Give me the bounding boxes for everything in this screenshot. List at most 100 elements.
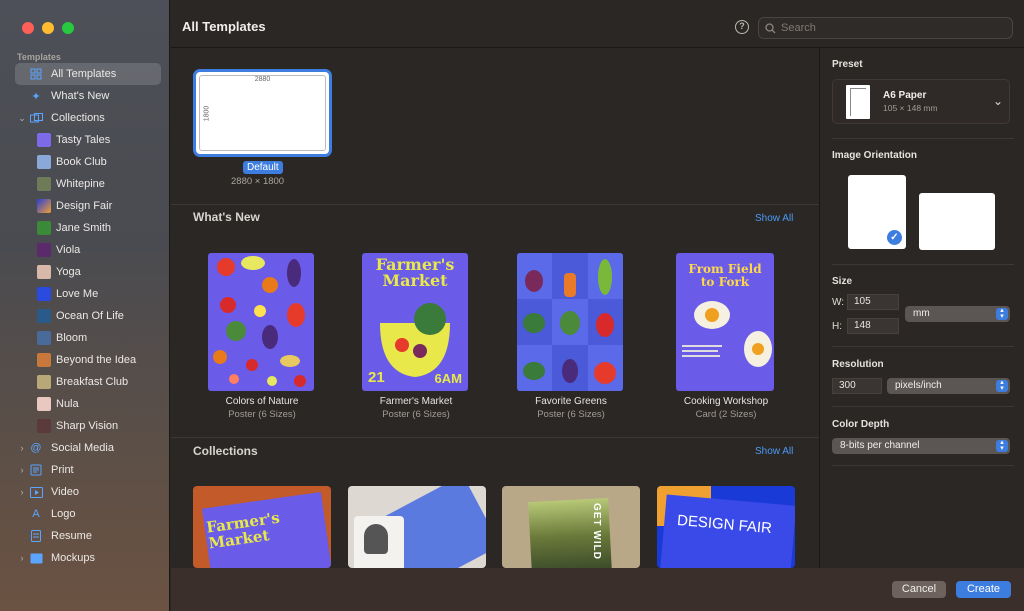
portrait-orientation-option[interactable]: ✓ xyxy=(848,175,906,249)
sidebar-item-sharp-vision[interactable]: Sharp Vision xyxy=(15,415,161,437)
height-dimension-label: 1800 xyxy=(203,105,211,122)
sidebar-item-print[interactable]: › Print xyxy=(15,459,161,481)
mockups-icon xyxy=(29,551,43,565)
divider xyxy=(171,204,819,205)
sidebar-item-social-media[interactable]: › @ Social Media xyxy=(15,437,161,459)
collection-thumb xyxy=(37,243,51,257)
sidebar-header: Templates xyxy=(17,52,61,62)
resolution-input[interactable]: 300 xyxy=(832,378,882,394)
height-input[interactable]: 148 xyxy=(847,318,899,334)
collection-card-design-fair[interactable]: DESIGN FAIR xyxy=(657,486,795,568)
sidebar-item-all-templates[interactable]: All Templates xyxy=(15,63,161,85)
sidebar-item-label: Tasty Tales xyxy=(56,134,111,146)
sidebar-item-whats-new[interactable]: ✦ What's New xyxy=(15,85,161,107)
template-card-colors-of-nature[interactable]: Colors of Nature Poster (6 Sizes) xyxy=(208,253,316,420)
whats-new-title: What's New xyxy=(193,210,260,224)
chevron-right-icon[interactable]: › xyxy=(17,487,27,497)
at-icon: @ xyxy=(30,442,42,454)
sidebar-item-jane-smith[interactable]: Jane Smith xyxy=(15,217,161,239)
sidebar-item-breakfast-club[interactable]: Breakfast Club xyxy=(15,371,161,393)
template-thumbnail xyxy=(208,253,314,391)
collections-icon xyxy=(29,111,43,125)
sidebar-item-viola[interactable]: Viola xyxy=(15,239,161,261)
width-input[interactable]: 105 xyxy=(847,294,899,310)
chevron-down-icon[interactable]: ⌄ xyxy=(17,113,27,124)
close-button[interactable] xyxy=(22,22,34,34)
template-subtitle: Poster (6 Sizes) xyxy=(537,409,605,420)
chevron-right-icon[interactable]: › xyxy=(17,465,27,475)
sidebar-item-nula[interactable]: Nula xyxy=(15,393,161,415)
minimize-button[interactable] xyxy=(42,22,54,34)
poster-time: 6AM xyxy=(434,371,462,386)
divider xyxy=(832,346,1014,347)
collection-card-farmers-market[interactable]: Farmer's Market xyxy=(193,486,331,568)
cancel-button[interactable]: Cancel xyxy=(892,581,946,598)
color-depth-popup[interactable]: 8-bits per channel ▴ ▾ xyxy=(832,438,1010,454)
sidebar-item-label: Nula xyxy=(56,398,79,410)
templates-window: Templates All Templates ✦ What's New ⌄ C… xyxy=(0,0,1024,611)
preset-name: A6 Paper xyxy=(883,90,927,101)
template-thumbnail xyxy=(517,253,623,391)
sidebar-item-book-club[interactable]: Book Club xyxy=(15,151,161,173)
search-input[interactable] xyxy=(781,22,1001,34)
landscape-orientation-option[interactable] xyxy=(919,193,995,250)
sidebar-item-label: Social Media xyxy=(51,442,114,454)
grid-icon xyxy=(29,67,43,81)
sidebar-item-label: Breakfast Club xyxy=(56,376,129,388)
sidebar-item-ocean-of-life[interactable]: Ocean Of Life xyxy=(15,305,161,327)
search-field[interactable] xyxy=(758,17,1013,39)
stepper-icon: ▴ ▾ xyxy=(996,307,1008,320)
chevron-right-icon[interactable]: › xyxy=(17,443,27,453)
collection-card-get-wild[interactable]: GET WILD xyxy=(502,486,640,568)
logo-icon: A xyxy=(32,508,40,520)
resume-icon xyxy=(29,529,43,543)
sidebar-item-yoga[interactable]: Yoga xyxy=(15,261,161,283)
sidebar-item-beyond-the-idea[interactable]: Beyond the Idea xyxy=(15,349,161,371)
sidebar-item-tasty-tales[interactable]: Tasty Tales xyxy=(15,129,161,151)
create-button[interactable]: Create xyxy=(956,581,1011,598)
sidebar-item-design-fair[interactable]: Design Fair xyxy=(15,195,161,217)
template-subtitle: Card (2 Sizes) xyxy=(695,409,757,420)
collection-thumb xyxy=(37,155,51,169)
preset-selector[interactable]: A6 Paper 105 × 148 mm ⌄ xyxy=(832,79,1010,124)
sidebar-item-resume[interactable]: Resume xyxy=(15,525,161,547)
help-icon[interactable]: ? xyxy=(735,20,749,34)
template-name: Farmer's Market xyxy=(379,396,453,407)
size-unit-popup[interactable]: mm ▴ ▾ xyxy=(905,306,1010,322)
collection-title: GET WILD xyxy=(590,503,602,560)
collection-card-book-club[interactable] xyxy=(348,486,486,568)
preset-dims: 105 × 148 mm xyxy=(883,103,938,113)
template-subtitle: Poster (6 Sizes) xyxy=(382,409,450,420)
sidebar-item-label: Sharp Vision xyxy=(56,420,119,432)
collections-title: Collections xyxy=(193,444,258,458)
sidebar-item-whitepine[interactable]: Whitepine xyxy=(15,173,161,195)
default-template-card[interactable]: 2880 1800 xyxy=(193,69,332,157)
print-icon xyxy=(29,463,43,477)
collection-thumb xyxy=(37,287,51,301)
sidebar-item-collections[interactable]: ⌄ Collections xyxy=(15,107,161,129)
sidebar-item-mockups[interactable]: › Mockups xyxy=(15,547,161,569)
template-card-favorite-greens[interactable]: Favorite Greens Poster (6 Sizes) xyxy=(517,253,625,420)
divider xyxy=(832,138,1014,139)
chevron-right-icon[interactable]: › xyxy=(17,553,27,563)
height-label: H: xyxy=(832,321,842,332)
sidebar-item-logo[interactable]: A Logo xyxy=(15,503,161,525)
sidebar-item-label: Whitepine xyxy=(56,178,105,190)
zoom-button[interactable] xyxy=(62,22,74,34)
template-name: Cooking Workshop xyxy=(683,396,769,407)
sidebar-item-bloom[interactable]: Bloom xyxy=(15,327,161,349)
resolution-unit-popup[interactable]: pixels/inch ▴ ▾ xyxy=(887,378,1010,394)
sidebar-item-love-me[interactable]: Love Me xyxy=(15,283,161,305)
sidebar-item-label: Design Fair xyxy=(56,200,113,212)
whats-new-show-all-link[interactable]: Show All xyxy=(755,213,793,224)
sidebar-item-label: Video xyxy=(51,486,79,498)
template-card-farmers-market[interactable]: Farmer's Market 21 6AM Farmer's Market P… xyxy=(362,253,470,420)
sidebar-item-label: Resume xyxy=(51,530,92,542)
popup-value: 8-bits per channel xyxy=(840,440,920,451)
sidebar-item-video[interactable]: › Video xyxy=(15,481,161,503)
template-card-cooking-workshop[interactable]: From Field to Fork Cooking Workshop Card… xyxy=(672,253,780,420)
template-subtitle: Poster (6 Sizes) xyxy=(228,409,296,420)
collections-show-all-link[interactable]: Show All xyxy=(755,446,793,457)
size-label: Size xyxy=(832,276,853,287)
template-name: Colors of Nature xyxy=(225,396,299,407)
